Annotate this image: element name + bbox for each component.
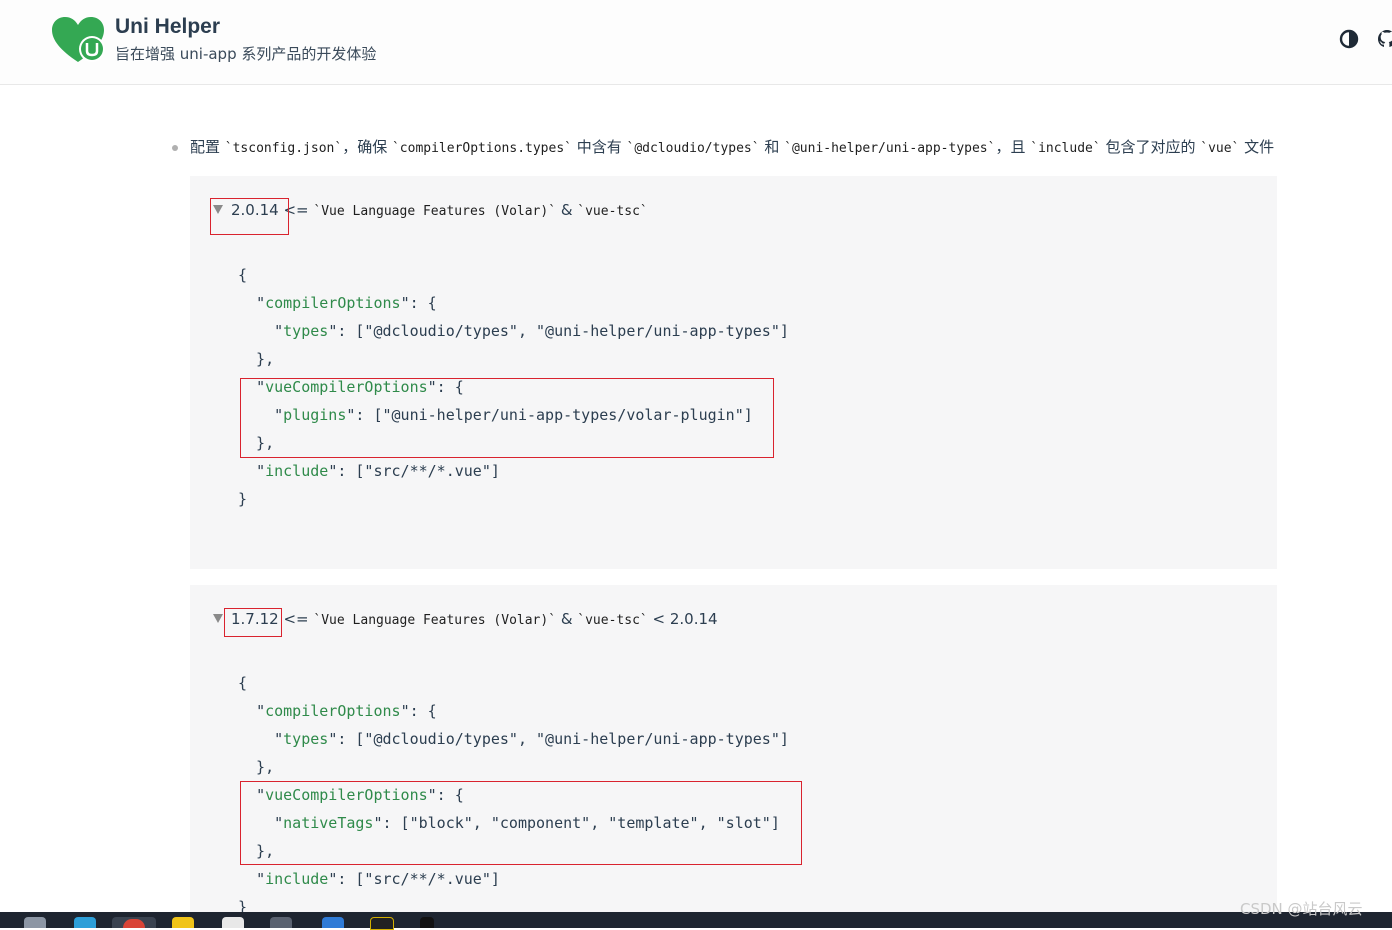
json-key: vueCompilerOptions xyxy=(265,786,428,804)
ampersand: & xyxy=(556,201,578,219)
code-line: "types": ["@dcloudio/types", "@uni-helpe… xyxy=(274,322,789,340)
os-taskbar xyxy=(0,912,1392,930)
tiktok-icon[interactable] xyxy=(420,917,434,928)
csdn-watermark: CSDN @站台风云 xyxy=(1240,900,1363,918)
text: 文件 xyxy=(1239,138,1275,156)
text: 和 xyxy=(759,138,785,156)
code-include: `include` xyxy=(1030,141,1101,156)
terminal-icon[interactable] xyxy=(270,917,292,928)
code-line: "compilerOptions": { xyxy=(256,702,437,720)
github-icon[interactable] xyxy=(1376,28,1392,50)
expand-triangle-icon[interactable] xyxy=(213,614,223,623)
code-block-tsconfig-1-7-12: { "compilerOptions": { "types": ["@dclou… xyxy=(238,669,789,921)
code-line: "plugins": ["@uni-helper/uni-app-types/v… xyxy=(274,406,753,424)
code-volar: `Vue Language Features (Volar)` xyxy=(313,204,557,219)
code-line: "types": ["@dcloudio/types", "@uni-helpe… xyxy=(274,730,789,748)
text: 包含了对应的 xyxy=(1100,138,1201,156)
code-line: "include": ["src/**/*.vue"] xyxy=(256,870,500,888)
code-line: }, xyxy=(238,350,275,368)
code-line: } xyxy=(238,490,248,508)
code-line: "compilerOptions": { xyxy=(256,294,437,312)
code-line: { xyxy=(238,674,248,692)
text: ，且 xyxy=(995,138,1031,156)
site-subtitle: 旨在增强 uni-app 系列产品的开发体验 xyxy=(115,45,377,63)
details-summary-2-0-14[interactable]: 2.0.14 <= `Vue Language Features (Volar)… xyxy=(213,201,648,219)
json-key: vueCompilerOptions xyxy=(265,378,428,396)
json-key: compilerOptions xyxy=(265,294,401,312)
chrome-canary-icon[interactable] xyxy=(172,917,194,928)
operator: <= xyxy=(278,201,314,219)
edge-browser-icon[interactable] xyxy=(74,917,96,928)
json-key: types xyxy=(283,730,329,748)
code-line: "vueCompilerOptions": { xyxy=(256,378,464,396)
site-header: Uni Helper 旨在增强 uni-app 系列产品的开发体验 xyxy=(0,0,1392,85)
code-volar: `Vue Language Features (Volar)` xyxy=(313,613,557,628)
bullet-dot xyxy=(172,144,178,151)
code-block-tsconfig-2-0-14: { "compilerOptions": { "types": ["@dclou… xyxy=(238,261,789,513)
code-line: "include": ["src/**/*.vue"] xyxy=(256,462,500,480)
version-label: 2.0.14 xyxy=(231,201,279,219)
dev-tool-icon[interactable] xyxy=(370,917,394,930)
code-vue-tsc: `vue-tsc` xyxy=(577,204,648,219)
code-line: "vueCompilerOptions": { xyxy=(256,786,464,804)
code-vue-tsc: `vue-tsc` xyxy=(577,613,648,628)
site-title[interactable]: Uni Helper xyxy=(115,15,220,39)
uni-helper-heart-logo-icon[interactable] xyxy=(50,16,106,64)
file-explorer-icon[interactable] xyxy=(24,917,46,928)
version-suffix: < 2.0.14 xyxy=(647,610,718,628)
app-icon[interactable] xyxy=(222,917,244,928)
ampersand: & xyxy=(556,610,578,628)
code-dcloudio-types: `@dcloudio/types` xyxy=(626,141,760,156)
code-line: }, xyxy=(238,758,275,776)
expand-triangle-icon[interactable] xyxy=(213,205,223,214)
json-key: include xyxy=(265,870,329,888)
text: ，确保 xyxy=(342,138,392,156)
contrast-half-circle-icon[interactable] xyxy=(1338,28,1360,50)
json-key: compilerOptions xyxy=(265,702,401,720)
json-key: types xyxy=(283,322,329,340)
code-tsconfig: `tsconfig.json` xyxy=(224,141,343,156)
code-compiler-options-types: `compilerOptions.types` xyxy=(391,141,572,156)
operator: <= xyxy=(278,610,314,628)
chrome-icon[interactable] xyxy=(112,917,156,928)
json-key: plugins xyxy=(283,406,347,424)
version-label: 1.7.12 xyxy=(231,610,279,628)
json-key: include xyxy=(265,462,329,480)
code-line: "nativeTags": ["block", "component", "te… xyxy=(274,814,780,832)
json-key: nativeTags xyxy=(283,814,374,832)
text: 中含有 xyxy=(571,138,627,156)
code-line: }, xyxy=(238,842,275,860)
text: 配置 xyxy=(190,138,225,156)
code-vue: `vue` xyxy=(1200,141,1240,156)
config-instruction: 配置 `tsconfig.json`，确保 `compilerOptions.t… xyxy=(172,136,1274,157)
details-summary-1-7-12[interactable]: 1.7.12 <= `Vue Language Features (Volar)… xyxy=(213,610,718,628)
code-line: }, xyxy=(238,434,275,452)
code-uni-app-types: `@uni-helper/uni-app-types` xyxy=(784,141,996,156)
vscode-icon[interactable] xyxy=(322,917,344,928)
code-line: { xyxy=(238,266,248,284)
